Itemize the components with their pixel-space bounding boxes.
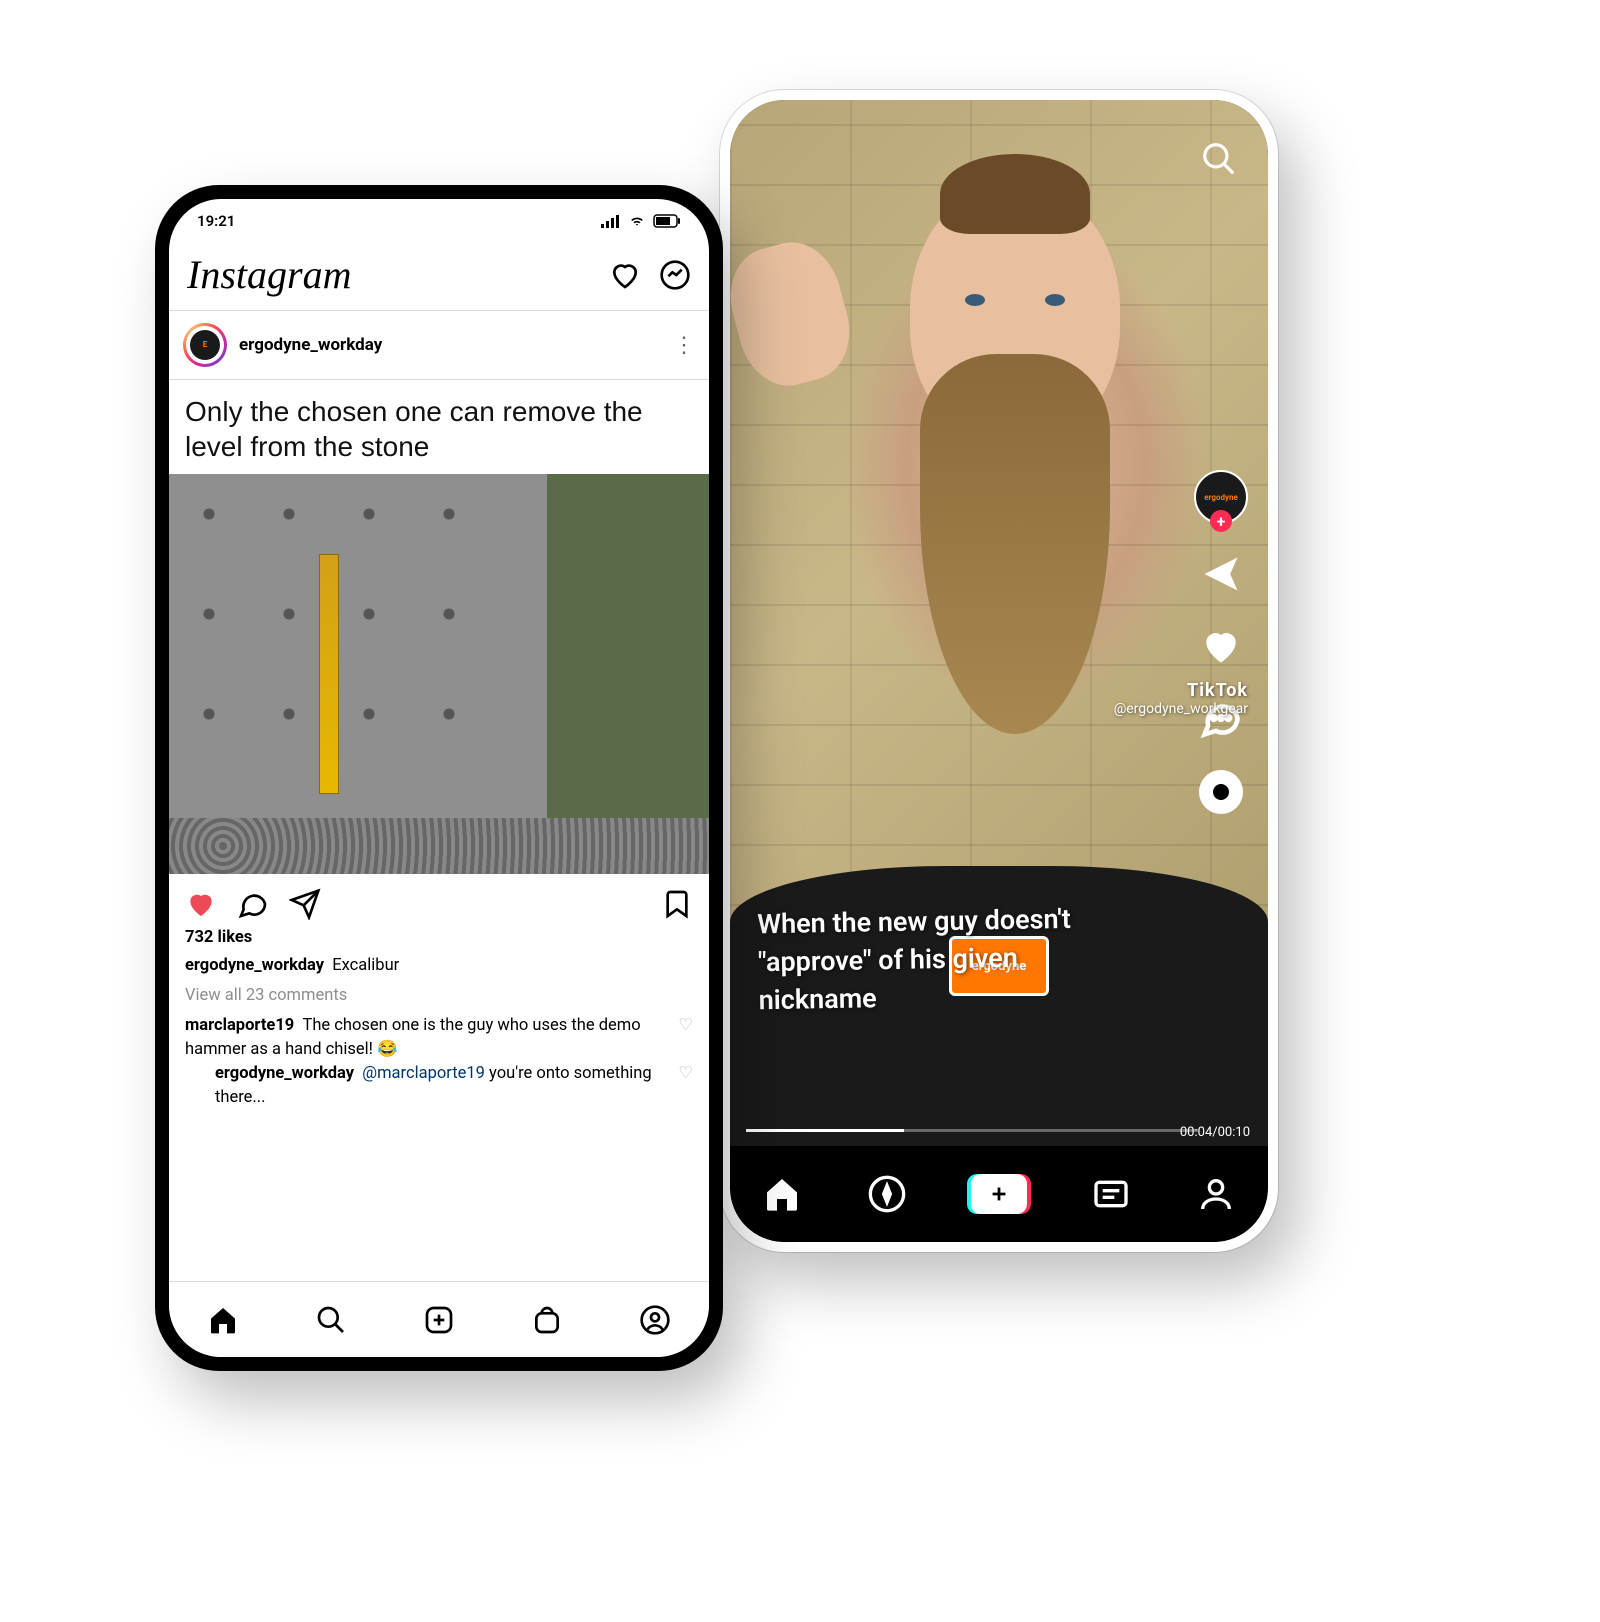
reply-like-icon[interactable]: ♡: [678, 1062, 693, 1110]
messenger-icon[interactable]: [659, 259, 691, 291]
comment-reply-row: ergodyne_workday @marclaporte19 you're o…: [215, 1062, 693, 1110]
post-author-avatar[interactable]: E: [183, 323, 227, 367]
reply-username[interactable]: ergodyne_workday: [215, 1064, 354, 1083]
comment-username[interactable]: marclaporte19: [185, 1016, 294, 1035]
comment-button-icon[interactable]: [237, 888, 269, 920]
cellular-icon: [601, 214, 621, 228]
profile-avatar-button[interactable]: ergodyne +: [1194, 470, 1248, 524]
post-more-icon[interactable]: ⋮: [673, 333, 695, 358]
status-bar: 19:21: [169, 199, 709, 243]
video-progress-fill: [746, 1129, 904, 1132]
post-action-bar: [169, 874, 709, 926]
search-tab-icon[interactable]: [315, 1304, 347, 1336]
share-button-icon[interactable]: [289, 888, 321, 920]
tiktok-video-area[interactable]: ergodyne ergodyne +: [730, 100, 1268, 1146]
home-tab-icon[interactable]: [207, 1304, 239, 1336]
video-caption-text: When the new guy doesn't "approve" of hi…: [757, 899, 1139, 1019]
post-meme-caption: Only the chosen one can remove the level…: [169, 380, 709, 474]
tiktok-video-subject: [855, 184, 1175, 544]
instagram-tabbar: [169, 1281, 709, 1357]
comment-row: marclaporte19 The chosen one is the guy …: [185, 1014, 693, 1062]
tiktok-watermark: TikTok @ergodyne_workgear: [1114, 680, 1248, 717]
like-button-icon[interactable]: [185, 888, 217, 920]
tiktok-screen: ergodyne ergodyne +: [730, 100, 1268, 1242]
shop-tab-icon[interactable]: [531, 1304, 563, 1336]
activity-heart-icon[interactable]: [609, 259, 641, 291]
instagram-screen: 19:21 Instagram: [169, 199, 709, 1357]
profile-tab-icon[interactable]: [1196, 1174, 1236, 1214]
home-tab-icon[interactable]: [762, 1174, 802, 1214]
inbox-tab-icon[interactable]: [1091, 1174, 1131, 1214]
new-post-tab-icon[interactable]: [423, 1304, 455, 1336]
instagram-logo[interactable]: Instagram: [187, 251, 351, 298]
tiktok-tabbar: [730, 1146, 1268, 1242]
upload-button[interactable]: [971, 1174, 1027, 1214]
battery-icon: [653, 214, 681, 228]
caption-text: Excalibur: [332, 956, 399, 975]
discover-tab-icon[interactable]: [867, 1174, 907, 1214]
search-icon[interactable]: [1200, 140, 1238, 178]
status-time: 19:21: [197, 212, 235, 230]
likes-count[interactable]: 732 likes: [185, 926, 693, 950]
watermark-brand: TikTok: [1114, 680, 1248, 701]
caption-username[interactable]: ergodyne_workday: [185, 956, 324, 975]
follow-plus-icon[interactable]: +: [1210, 510, 1232, 532]
tiktok-action-rail: ergodyne +: [1194, 470, 1248, 816]
level-tool-in-image: [319, 554, 339, 794]
sound-disc-icon[interactable]: [1197, 768, 1245, 816]
view-all-comments-link[interactable]: View all 23 comments: [185, 984, 693, 1008]
post-meta: 732 likes ergodyne_workday Excalibur Vie…: [169, 926, 709, 1123]
post-image[interactable]: [169, 474, 709, 874]
save-bookmark-icon[interactable]: [661, 888, 693, 920]
instagram-phone-frame: 19:21 Instagram: [155, 185, 723, 1371]
comment-like-icon[interactable]: ♡: [678, 1014, 693, 1062]
like-heart-icon[interactable]: [1199, 624, 1243, 668]
video-progress-bar[interactable]: [746, 1129, 1198, 1132]
instagram-app-header: Instagram: [169, 243, 709, 310]
post-caption: ergodyne_workday Excalibur: [185, 954, 693, 978]
video-time-display: 00:04/00:10: [1180, 1125, 1250, 1140]
reply-mention[interactable]: @marclaporte19: [362, 1064, 485, 1083]
post-header: E ergodyne_workday ⋮: [169, 311, 709, 379]
wifi-icon: [627, 214, 647, 228]
profile-tab-icon[interactable]: [639, 1304, 671, 1336]
tiktok-phone-frame: ergodyne ergodyne +: [720, 90, 1278, 1252]
post-author-username[interactable]: ergodyne_workday: [239, 335, 382, 355]
watermark-handle: @ergodyne_workgear: [1114, 701, 1248, 717]
share-icon[interactable]: [1199, 552, 1243, 596]
